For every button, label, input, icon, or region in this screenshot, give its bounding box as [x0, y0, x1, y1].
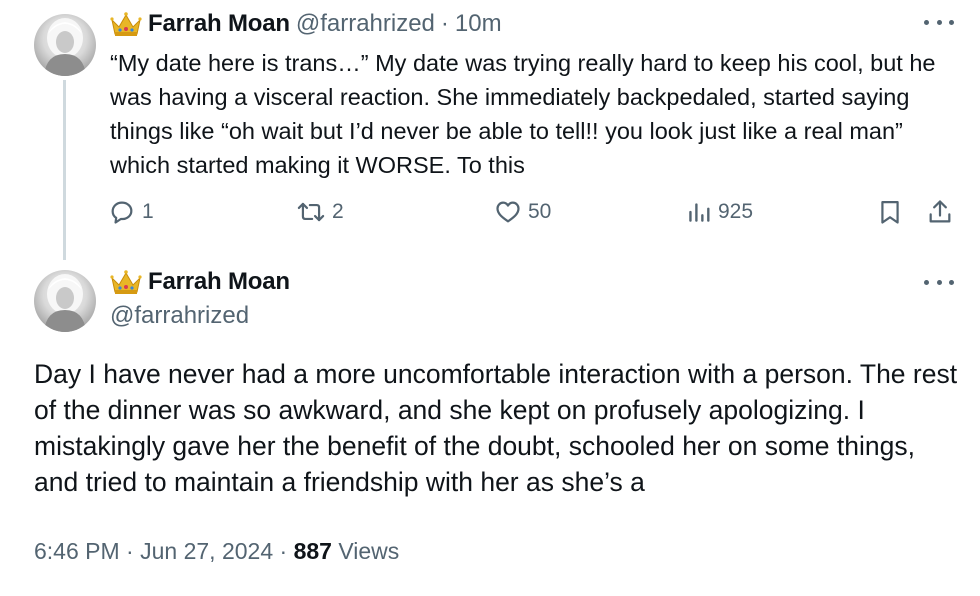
- views-count: 925: [718, 200, 754, 223]
- tweet-1-header: Farrah Moan @farrahrized · 10m: [110, 10, 502, 38]
- handle[interactable]: @farrahrized: [296, 10, 435, 38]
- separator: ·: [279, 538, 288, 564]
- reply-button[interactable]: 1: [108, 198, 154, 226]
- post-time[interactable]: 6:46 PM: [34, 538, 120, 564]
- crown-icon: [110, 10, 142, 38]
- separator: ·: [126, 538, 134, 564]
- views-count: 887: [293, 538, 332, 564]
- more-options-icon[interactable]: [924, 14, 954, 30]
- reply-count: 1: [142, 200, 154, 223]
- views-button[interactable]: 925: [686, 198, 753, 226]
- display-name[interactable]: Farrah Moan: [148, 268, 290, 296]
- tweet-text: “My date here is trans…” My date was try…: [110, 50, 936, 178]
- action-bar: 1 2 50 925: [108, 198, 958, 230]
- reply-icon: [108, 198, 136, 226]
- share-icon: [926, 198, 954, 226]
- repost-count: 2: [332, 200, 344, 223]
- avatar[interactable]: [34, 14, 96, 76]
- like-count: 50: [528, 200, 552, 223]
- post-date[interactable]: Jun 27, 2024: [140, 538, 273, 564]
- bookmark-button[interactable]: [876, 198, 904, 226]
- handle[interactable]: @farrahrized: [110, 302, 249, 330]
- bookmark-icon: [876, 198, 904, 226]
- share-button[interactable]: [926, 198, 954, 226]
- bar-chart-icon: [686, 198, 712, 226]
- avatar[interactable]: [34, 270, 96, 332]
- repost-button[interactable]: 2: [296, 198, 344, 226]
- heart-icon: [494, 198, 522, 226]
- separator: ·: [440, 10, 449, 37]
- like-button[interactable]: 50: [494, 198, 551, 226]
- thread-line: [63, 80, 66, 260]
- crown-icon: [110, 268, 142, 296]
- repost-icon: [296, 198, 326, 226]
- tweet-footer: 6:46 PM · Jun 27, 2024 · 887 Views: [34, 538, 399, 565]
- display-name[interactable]: Farrah Moan: [148, 10, 290, 38]
- views-label: Views: [338, 538, 400, 564]
- timestamp[interactable]: 10m: [455, 10, 502, 38]
- more-options-icon[interactable]: [924, 274, 954, 290]
- tweet-text: Day I have never had a more uncomfortabl…: [34, 359, 958, 497]
- tweet-2-header: Farrah Moan: [110, 268, 290, 296]
